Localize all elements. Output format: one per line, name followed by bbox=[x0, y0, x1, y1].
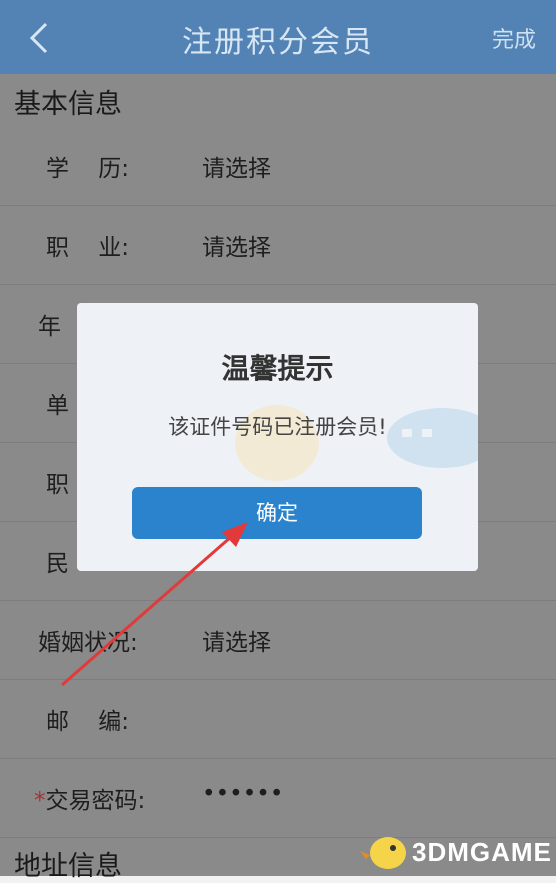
form-row-education[interactable]: 学 历: 请选择 bbox=[0, 127, 556, 206]
watermark-logo: 3DMGAME bbox=[360, 825, 552, 875]
row-value[interactable]: 请选择 bbox=[202, 623, 271, 657]
form-row-postcode[interactable]: 邮 编: bbox=[0, 680, 556, 759]
row-label: 职 业: bbox=[46, 235, 129, 261]
row-label: *交易密码: bbox=[34, 781, 145, 815]
done-button[interactable]: 完成 bbox=[492, 22, 536, 54]
row-label: 民 bbox=[46, 551, 69, 577]
password-value[interactable]: •••••• bbox=[202, 781, 283, 807]
required-mark: * bbox=[34, 788, 46, 814]
section-title-basic: 基本信息 bbox=[14, 89, 122, 120]
row-value[interactable]: 请选择 bbox=[202, 149, 271, 183]
row-label-text: 交易密码: bbox=[45, 788, 146, 814]
row-label: 邮 编: bbox=[46, 709, 129, 735]
form-row-occupation[interactable]: 职 业: 请选择 bbox=[0, 206, 556, 285]
row-label: 婚姻状况: bbox=[38, 630, 138, 656]
row-label: 职 bbox=[46, 472, 69, 498]
row-label: 学 历: bbox=[46, 156, 129, 182]
confirm-button[interactable]: 确定 bbox=[132, 487, 422, 539]
chick-mascot-icon bbox=[360, 837, 406, 869]
app-header: 注册积分会员 完成 bbox=[0, 0, 556, 74]
dialog-title: 温馨提示 bbox=[221, 352, 334, 385]
watermark-text: 3DMGAME bbox=[412, 837, 552, 867]
page-title: 注册积分会员 bbox=[182, 25, 374, 60]
dialog-message: 该证件号码已注册会员! bbox=[168, 415, 387, 439]
alert-dialog: 温馨提示 该证件号码已注册会员! 确定 bbox=[77, 303, 478, 571]
section-title-address: 地址信息 bbox=[14, 851, 122, 882]
row-label: 年 bbox=[38, 314, 61, 340]
row-label: 单 bbox=[46, 393, 69, 419]
row-value[interactable]: 请选择 bbox=[202, 228, 271, 262]
form-row-marital-status[interactable]: 婚姻状况: 请选择 bbox=[0, 601, 556, 680]
